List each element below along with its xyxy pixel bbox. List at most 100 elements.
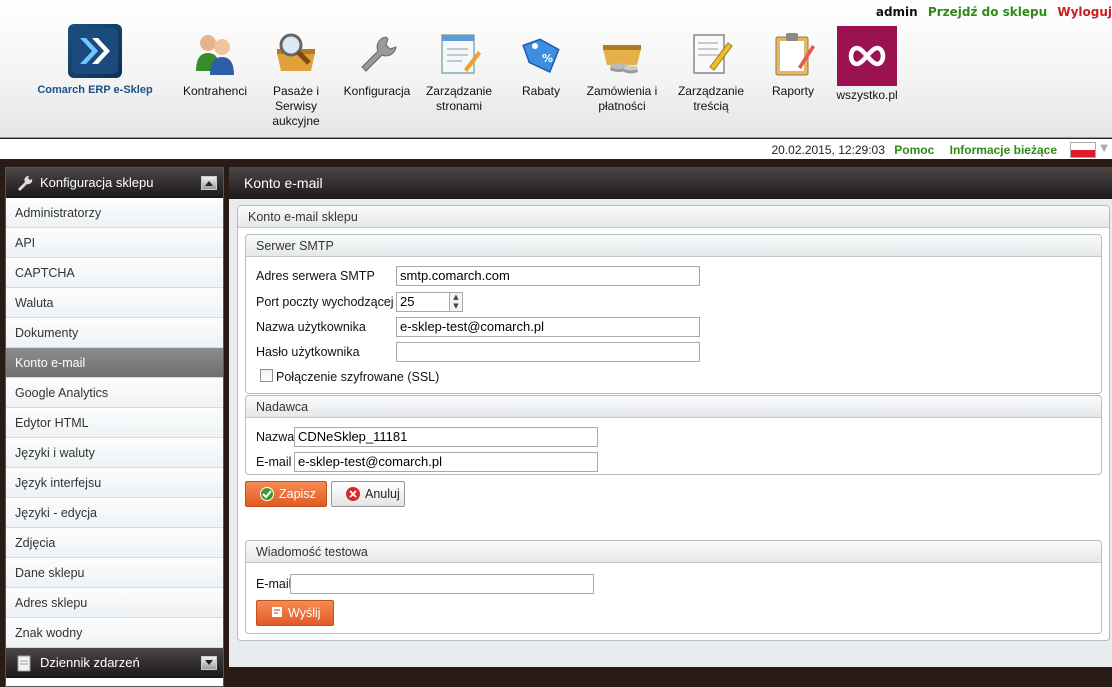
sender-panel-title: Nadawca: [246, 396, 1101, 418]
datetime-text: 20.02.2015, 12:29:03: [771, 143, 885, 157]
sidebar-item-dokumenty[interactable]: Dokumenty: [6, 318, 223, 348]
test-message-panel: Wiadomość testowa E-mail Wyślij: [245, 540, 1102, 634]
sender-name-input[interactable]: CDNeSklep_11181: [294, 427, 598, 447]
nav-kontrahenci[interactable]: Kontrahenci: [170, 26, 260, 99]
smtp-server-label: Adres serwera SMTP: [256, 269, 375, 283]
go-to-shop-link[interactable]: Przejdź do sklepu: [928, 5, 1047, 19]
infinity-icon: [837, 26, 897, 86]
sidebar-item-captcha[interactable]: CAPTCHA: [6, 258, 223, 288]
sidebar-section2-title: Dziennik zdarzeń: [40, 655, 140, 670]
smtp-panel-title: Serwer SMTP: [246, 235, 1101, 257]
sidebar-item-zdjecia[interactable]: Zdjęcia: [6, 528, 223, 558]
clipboard-icon: [767, 26, 819, 82]
save-button[interactable]: Zapisz: [245, 481, 327, 507]
sender-panel: Nadawca Nazwa CDNeSklep_11181 E-mail e-s…: [245, 395, 1102, 475]
nav-label: Zamówienia i płatności: [586, 84, 658, 113]
ssl-checkbox[interactable]: [260, 369, 273, 382]
sidebar-section2-header[interactable]: Dziennik zdarzeń: [6, 648, 223, 678]
cancel-button-label: Anuluj: [365, 487, 400, 501]
document-pencil-icon: [685, 26, 737, 82]
email-account-panel: Konto e-mail sklepu Serwer SMTP Adres se…: [237, 205, 1110, 641]
sidebar-item-google-analytics[interactable]: Google Analytics: [6, 378, 223, 408]
sidebar-item-administratorzy[interactable]: Administratorzy: [6, 198, 223, 228]
send-icon: [271, 606, 283, 621]
cancel-button[interactable]: Anuluj: [331, 481, 405, 507]
nav-zarzadzanie-stronami[interactable]: Zarządzanie stronami: [414, 26, 504, 114]
nav-zarzadzanie-trescia[interactable]: Zarządzanie treścią: [666, 26, 756, 114]
sidebar-item-waluta[interactable]: Waluta: [6, 288, 223, 318]
nav-pasaze[interactable]: Pasaże i Serwisy aukcyjne: [251, 26, 341, 129]
sender-email-input[interactable]: e-sklep-test@comarch.pl: [294, 452, 598, 472]
chevron-down-icon[interactable]: ▼: [1100, 143, 1108, 154]
nav-zamowienia[interactable]: Zamówienia i płatności: [577, 26, 667, 114]
logout-link[interactable]: Wyloguj: [1057, 5, 1112, 19]
status-bar: 20.02.2015, 12:29:03 Pomoc Informacje bi…: [0, 139, 1112, 159]
ssl-label: Połączenie szyfrowane (SSL): [276, 370, 440, 384]
nav-label: Raporty: [771, 84, 815, 98]
expand-button[interactable]: [201, 656, 217, 670]
page-edit-icon: [433, 26, 485, 82]
chevron-down-icon: [205, 660, 213, 665]
sidebar-item-jezyk-interfejsu[interactable]: Język interfejsu: [6, 468, 223, 498]
comarch-logo[interactable]: Comarch ERP e-Sklep: [30, 24, 160, 96]
save-button-label: Zapisz: [279, 487, 316, 501]
basket-coins-icon: [596, 26, 648, 82]
sidebar-section-header[interactable]: Konfiguracja sklepu: [6, 168, 223, 198]
nav-rabaty[interactable]: % Rabaty: [496, 26, 586, 99]
send-button[interactable]: Wyślij: [256, 600, 334, 626]
chevron-up-icon: [205, 181, 213, 186]
smtp-port-input[interactable]: 25: [396, 292, 452, 312]
smtp-port-label: Port poczty wychodzącej: [256, 295, 394, 309]
port-spinner[interactable]: ▲ ▼: [449, 292, 463, 312]
smtp-panel: Serwer SMTP Adres serwera SMTP smtp.coma…: [245, 234, 1102, 394]
close-icon: [346, 487, 360, 501]
nav-label: wszystko.pl: [836, 88, 898, 102]
svg-text:%: %: [542, 52, 553, 65]
nav-label: Rabaty: [521, 84, 561, 98]
send-button-label: Wyślij: [288, 606, 321, 620]
logo-label: Comarch ERP e-Sklep: [37, 84, 153, 96]
check-icon: [260, 487, 274, 501]
nav-label: Zarządzanie stronami: [425, 84, 493, 113]
app-header: admin Przejdź do sklepu Wyloguj Comarch …: [0, 0, 1112, 138]
sidebar-item-api[interactable]: API: [6, 228, 223, 258]
sidebar-item-jezyki-i-waluty[interactable]: Języki i waluty: [6, 438, 223, 468]
nav-konfiguracja[interactable]: Konfiguracja: [332, 26, 422, 99]
wrench-icon: [16, 173, 36, 193]
nav-label: Konfiguracja: [343, 84, 411, 98]
test-email-label: E-mail: [256, 577, 292, 591]
main-content: Konto e-mail Konto e-mail sklepu Serwer …: [229, 167, 1112, 667]
page-title: Konto e-mail: [229, 167, 1112, 199]
sidebar: Konfiguracja sklepu Administratorzy API …: [5, 167, 224, 687]
help-link[interactable]: Pomoc: [894, 143, 934, 157]
user-name: admin: [875, 5, 918, 19]
collapse-button[interactable]: [201, 176, 217, 190]
language-flag-icon[interactable]: [1070, 142, 1096, 158]
current-info-link[interactable]: Informacje bieżące: [950, 143, 1057, 157]
test-email-input[interactable]: [290, 574, 594, 594]
smtp-server-input[interactable]: smtp.comarch.com: [396, 266, 700, 286]
smtp-password-label: Hasło użytkownika: [256, 345, 360, 359]
sidebar-item-konto-email[interactable]: Konto e-mail: [6, 348, 223, 378]
nav-wszystko-pl[interactable]: wszystko.pl: [822, 26, 912, 103]
basket-magnifier-icon: [270, 26, 322, 82]
smtp-password-input[interactable]: [396, 342, 700, 362]
wrench-icon: [351, 26, 403, 82]
sidebar-section-title: Konfiguracja sklepu: [40, 175, 154, 190]
nav-label: Kontrahenci: [182, 84, 248, 98]
nav-label: Zarządzanie treścią: [677, 84, 745, 113]
sidebar-item-adres-sklepu[interactable]: Adres sklepu: [6, 588, 223, 618]
nav-label: Pasaże i Serwisy aukcyjne: [272, 84, 320, 128]
sidebar-item-jezyki-edycja[interactable]: Języki - edycja: [6, 498, 223, 528]
sidebar-item-edytor-html[interactable]: Edytor HTML: [6, 408, 223, 438]
smtp-user-input[interactable]: e-sklep-test@comarch.pl: [396, 317, 700, 337]
notepad-icon: [16, 653, 36, 673]
discount-tag-icon: %: [515, 26, 567, 82]
sidebar-item-znak-wodny[interactable]: Znak wodny: [6, 618, 223, 648]
email-account-panel-title: Konto e-mail sklepu: [238, 206, 1109, 228]
users-icon: [189, 26, 241, 82]
top-links: admin Przejdź do sklepu Wyloguj: [872, 5, 1112, 19]
comarch-logo-icon: [68, 24, 122, 78]
sender-name-label: Nazwa: [256, 430, 295, 444]
sidebar-item-dane-sklepu[interactable]: Dane sklepu: [6, 558, 223, 588]
